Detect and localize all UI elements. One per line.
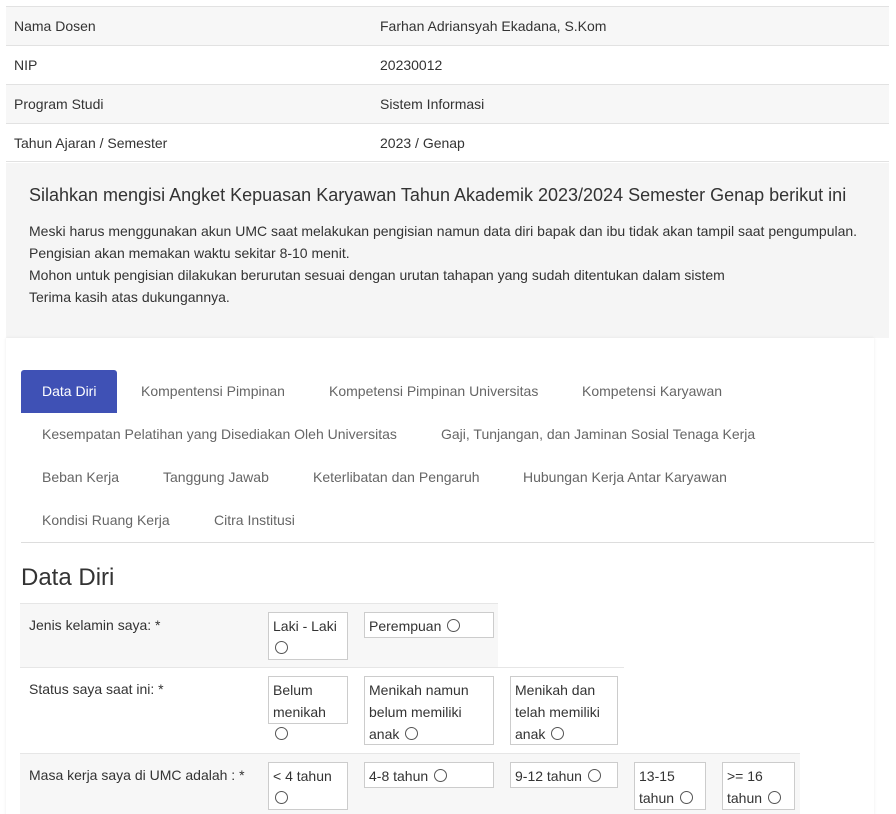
info-label: NIP [14,57,38,73]
radio-button[interactable] [587,769,601,782]
option-13-15-tahun[interactable]: 13-15 tahun [634,762,706,810]
tab-kondisi-ruang-kerja[interactable]: Kondisi Ruang Kerja [21,499,191,542]
question-label: Masa kerja saya di UMC adalah : * [29,767,245,783]
option-laki-laki[interactable]: Laki - Laki [268,612,348,660]
question-masa-kerja: Masa kerja saya di UMC adalah : * < 4 ta… [20,753,800,814]
option-menikah-belum-anak[interactable]: Menikah namun belum memiliki anak [364,676,494,745]
info-row-nama: Nama Dosen Farhan Adriansyah Ekadana, S.K… [6,6,889,45]
intro-line: Meski harus menggunakan akun UMC saat me… [29,223,858,239]
option-label: >= 16 tahun [727,768,763,806]
option-belum-menikah[interactable]: Belum menikah [268,676,348,740]
option-label: < 4 tahun [273,768,332,784]
radio-button[interactable] [275,641,288,654]
info-value: Sistem Informasi [380,96,485,112]
intro-line: Mohon untuk pengisian dilakukan beruruta… [29,267,725,283]
info-label: Program Studi [14,96,104,112]
tab-kompetensi-karyawan[interactable]: Kompetensi Karyawan [561,370,743,413]
tab-kompetensi-pimpinan[interactable]: Kompentensi Pimpinan [120,370,306,413]
option-kurang-4-tahun[interactable]: < 4 tahun [268,762,348,810]
info-value: 2023 / Genap [380,135,465,151]
info-row-prodi: Program Studi Sistem Informasi [6,84,889,123]
tab-kesempatan-pelatihan[interactable]: Kesempatan Pelatihan yang Disediakan Ole… [21,413,418,456]
option-label: Perempuan [369,618,442,634]
option-4-8-tahun[interactable]: 4-8 tahun [364,762,494,788]
tab-data-diri[interactable]: Data Diri [21,370,118,413]
tab-kompetensi-pimpinan-universitas[interactable]: Kompetensi Pimpinan Universitas [308,370,559,413]
radio-button[interactable] [275,791,288,804]
option-16-tahun-lebih[interactable]: >= 16 tahun [722,762,795,810]
tab-hubungan-kerja[interactable]: Hubungan Kerja Antar Karyawan [502,456,748,499]
option-label: Laki - Laki [273,618,337,634]
tab-keterlibatan-pengaruh[interactable]: Keterlibatan dan Pengaruh [292,456,501,499]
option-menikah-punya-anak[interactable]: Menikah dan telah memiliki anak [510,676,618,745]
info-value: Farhan Adriansyah Ekadana, S.Kom [380,18,607,34]
radio-button[interactable] [434,769,448,782]
question-status: Status saya saat ini: * Belum menikah Me… [20,667,624,753]
option-label: Menikah namun belum memiliki anak [369,682,469,742]
intro-panel: Silahkan mengisi Angket Kepuasan Karyawa… [6,163,889,338]
question-label: Jenis kelamin saya: * [29,617,161,633]
option-label: 9-12 tahun [515,768,582,784]
tab-beban-kerja[interactable]: Beban Kerja [21,456,140,499]
option-label: Belum menikah [273,682,326,720]
intro-title: Silahkan mengisi Angket Kepuasan Karyawa… [29,185,847,205]
radio-button[interactable] [679,791,693,804]
question-gender: Jenis kelamin saya: * Laki - Laki Peremp… [20,603,498,667]
intro-line: Pengisian akan memakan waktu sekitar 8-1… [29,245,350,261]
intro-line: Terima kasih atas dukungannya. [29,289,230,305]
tab-tanggung-jawab[interactable]: Tanggung Jawab [142,456,290,499]
radio-button[interactable] [405,727,419,740]
radio-button[interactable] [551,727,565,740]
info-label: Nama Dosen [14,18,96,34]
info-row-semester: Tahun Ajaran / Semester 2023 / Genap [6,123,889,162]
radio-button[interactable] [447,619,461,632]
info-value: 20230012 [380,57,443,73]
survey-tabs: Data Diri Kompentensi Pimpinan Kompetens… [21,370,874,543]
option-label: 4-8 tahun [369,768,429,784]
tab-citra-institusi[interactable]: Citra Institusi [193,499,316,542]
option-perempuan[interactable]: Perempuan [364,612,494,638]
info-label: Tahun Ajaran / Semester [14,135,168,151]
tab-gaji-tunjangan[interactable]: Gaji, Tunjangan, dan Jaminan Sosial Tena… [420,413,776,456]
info-row-nip: NIP 20230012 [6,45,889,84]
option-label: 13-15 tahun [639,768,675,806]
radio-button[interactable] [275,727,288,740]
section-title: Data Diri [21,564,115,591]
lecturer-info-table: Nama Dosen Farhan Adriansyah Ekadana, S.K… [6,6,889,162]
option-9-12-tahun[interactable]: 9-12 tahun [510,762,618,788]
survey-card: Data Diri Kompentensi Pimpinan Kompetens… [6,338,874,814]
question-label: Status saya saat ini: * [29,681,164,697]
radio-button[interactable] [767,791,781,804]
